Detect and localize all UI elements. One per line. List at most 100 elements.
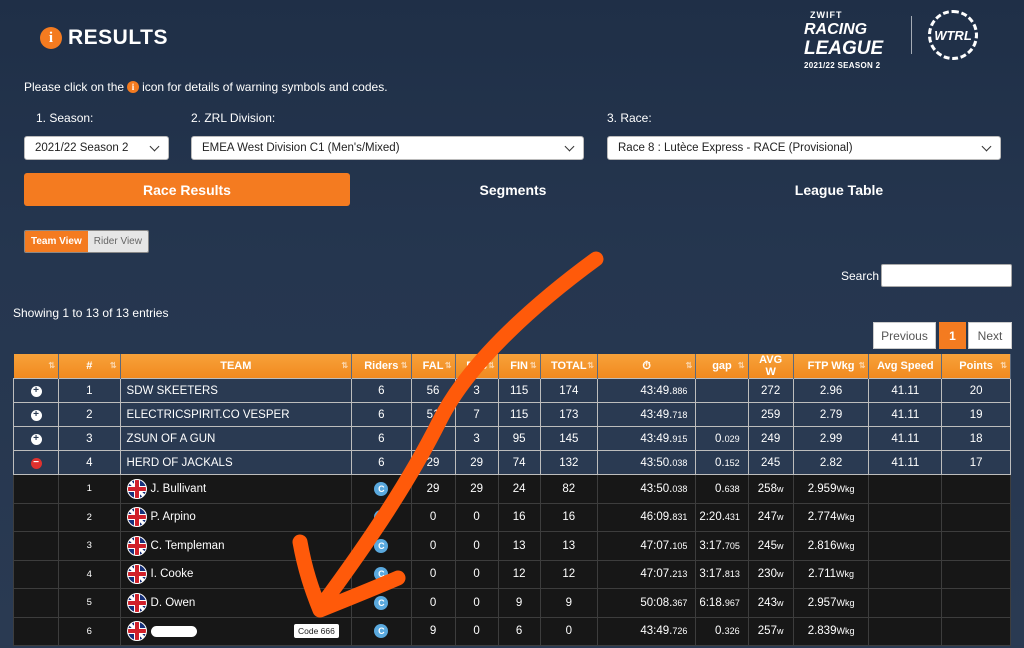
team-name[interactable]: HERD OF JACKALS <box>119 450 353 475</box>
col-avg-speed[interactable]: Avg Speed <box>868 354 943 379</box>
fin-cell: 16 <box>497 502 541 532</box>
rank-cell: 1 <box>58 378 121 403</box>
rider-row[interactable]: 2 P. Arpino C 0 0 16 16 46:09.831 2:20.4… <box>12 502 1011 532</box>
collapse-icon[interactable]: − <box>30 457 42 469</box>
col-time[interactable]: ⏱ ⇅ <box>597 354 697 379</box>
category-badge: C <box>374 538 389 553</box>
rider-row[interactable]: 4 I. Cooke C 0 0 12 12 47:07.213 3:17.81… <box>12 559 1011 589</box>
previous-page-button[interactable]: Previous <box>873 322 936 349</box>
team-name[interactable]: ELECTRICSPIRIT.CO VESPER <box>119 402 353 427</box>
info-icon[interactable]: i <box>127 81 140 93</box>
team-row[interactable]: + 3 ZSUN OF A GUN 6 47 3 95 145 43:49.91… <box>12 426 1011 451</box>
rider-rank: 3 <box>58 531 121 561</box>
time-cell: 43:50.038 <box>596 450 697 475</box>
ftp-wkg-cell: 2.839Wkg <box>792 616 870 646</box>
rider-view-button[interactable]: Rider View <box>87 231 148 252</box>
uk-flag-icon <box>126 535 147 556</box>
gap-cell: 0.029 <box>695 426 749 451</box>
uk-flag-icon <box>126 621 147 642</box>
race-select[interactable]: Race 8 : Lutèce Express - RACE (Provisio… <box>607 136 1001 160</box>
time-cell: 43:49.718 <box>596 402 697 427</box>
expand-cell <box>12 502 60 532</box>
rider-row[interactable]: 1 J. Bullivant C 29 29 24 82 43:50.038 0… <box>12 474 1011 504</box>
avg-w-cell: 230w <box>747 559 794 589</box>
rider-row[interactable]: 6 C 9 0 6 0 43:49.726 0.326 257w 2.839Wk… <box>12 616 1011 646</box>
time-cell: 43:50.038 <box>596 474 697 504</box>
fin-cell: 13 <box>497 531 541 561</box>
total-cell: 82 <box>539 474 598 504</box>
fal-cell: 47 <box>410 426 456 451</box>
fin-cell: 115 <box>497 378 541 403</box>
season-select[interactable]: 2021/22 Season 2 <box>24 136 169 160</box>
category-badge: C <box>374 510 389 525</box>
total-cell: 12 <box>539 559 598 589</box>
col-total[interactable]: TOTAL ⇅ <box>540 354 598 379</box>
team-name[interactable]: ZSUN OF A GUN <box>119 426 353 451</box>
rider-name[interactable]: P. Arpino <box>119 502 353 532</box>
expand-cell[interactable]: + <box>12 402 60 427</box>
avg-w-cell: 245w <box>747 531 794 561</box>
col-fts[interactable]: FTS ⇅ <box>455 354 499 379</box>
team-name[interactable]: SDW SKEETERS <box>119 378 353 403</box>
col-ftp-wkg[interactable]: FTP Wkg ⇅ <box>793 354 870 379</box>
expand-cell <box>12 559 60 589</box>
expand-cell[interactable]: − <box>12 450 60 475</box>
next-page-button[interactable]: Next <box>968 322 1012 349</box>
expand-icon[interactable]: + <box>30 409 42 421</box>
col-riders[interactable]: Riders ⇅ <box>351 354 412 379</box>
team-view-button[interactable]: Team View <box>25 231 88 252</box>
code-badge[interactable]: Code 666 <box>294 624 339 638</box>
gap-cell: 0.326 <box>695 616 749 646</box>
col-fin[interactable]: FIN ⇅ <box>498 354 541 379</box>
col-fal[interactable]: FAL ⇅ <box>411 354 456 379</box>
rider-name[interactable]: D. Owen <box>119 588 353 618</box>
tab-segments[interactable]: Segments <box>350 173 676 206</box>
fts-cell: 7 <box>454 402 499 427</box>
riders-cell: 6 <box>351 426 412 451</box>
rider-name[interactable]: J. Bullivant <box>119 474 353 504</box>
points-cell: 20 <box>941 378 1011 403</box>
info-icon[interactable]: i <box>40 27 62 49</box>
team-row[interactable]: + 1 SDW SKEETERS 6 56 3 115 174 43:49.88… <box>12 378 1011 403</box>
col-team[interactable]: TEAM ⇅ <box>120 354 353 379</box>
expand-icon[interactable]: + <box>30 385 42 397</box>
gap-cell: 2:20.431 <box>695 502 749 532</box>
points-cell <box>941 559 1011 589</box>
col-gap[interactable]: gap ⇅ <box>695 354 749 379</box>
expand-cell[interactable]: + <box>12 426 60 451</box>
ftp-wkg-cell: 2.79 <box>792 402 870 427</box>
expand-cell <box>12 616 60 646</box>
fal-cell: 0 <box>410 559 456 589</box>
tab-league-table[interactable]: League Table <box>676 173 1002 206</box>
category-badge: C <box>374 481 389 496</box>
col-points[interactable]: Points ⇅ <box>941 354 1011 379</box>
division-select[interactable]: EMEA West Division C1 (Men's/Mixed) <box>191 136 584 160</box>
expand-cell[interactable]: + <box>12 378 60 403</box>
uk-flag-icon <box>126 592 147 613</box>
avg-w-cell: 243w <box>747 588 794 618</box>
info-notice: Please click on the i icon for details o… <box>24 80 388 94</box>
ftp-wkg-cell: 2.816Wkg <box>792 531 870 561</box>
gap-cell <box>695 402 749 427</box>
fal-cell: 0 <box>410 531 456 561</box>
col-rank[interactable]: # ⇅ <box>58 354 121 379</box>
rider-row[interactable]: 3 C. Templeman C 0 0 13 13 47:07.105 3:1… <box>12 531 1011 561</box>
page-1-button[interactable]: 1 <box>939 322 966 349</box>
season-label: 1. Season: <box>36 111 94 125</box>
rider-name[interactable]: I. Cooke <box>119 559 353 589</box>
fin-cell: 95 <box>497 426 541 451</box>
points-cell <box>941 616 1011 646</box>
tab-race-results[interactable]: Race Results <box>24 173 350 206</box>
team-row[interactable]: + 2 ELECTRICSPIRIT.CO VESPER 6 51 7 115 … <box>12 402 1011 427</box>
col-avg-w[interactable]: AVG W <box>748 354 794 379</box>
ftp-wkg-cell: 2.96 <box>792 378 870 403</box>
search-input[interactable] <box>881 264 1012 287</box>
team-row[interactable]: − 4 HERD OF JACKALS 6 29 29 74 132 43:50… <box>12 450 1011 475</box>
fal-cell: 29 <box>410 474 456 504</box>
rider-name[interactable]: C. Templeman <box>119 531 353 561</box>
time-cell: 43:49.886 <box>596 378 697 403</box>
rider-row[interactable]: 5 D. Owen C 0 0 9 9 50:08.367 6:18.967 2… <box>12 588 1011 618</box>
expand-icon[interactable]: + <box>30 433 42 445</box>
total-cell: 174 <box>539 378 598 403</box>
ftp-wkg-cell: 2.82 <box>792 450 870 475</box>
